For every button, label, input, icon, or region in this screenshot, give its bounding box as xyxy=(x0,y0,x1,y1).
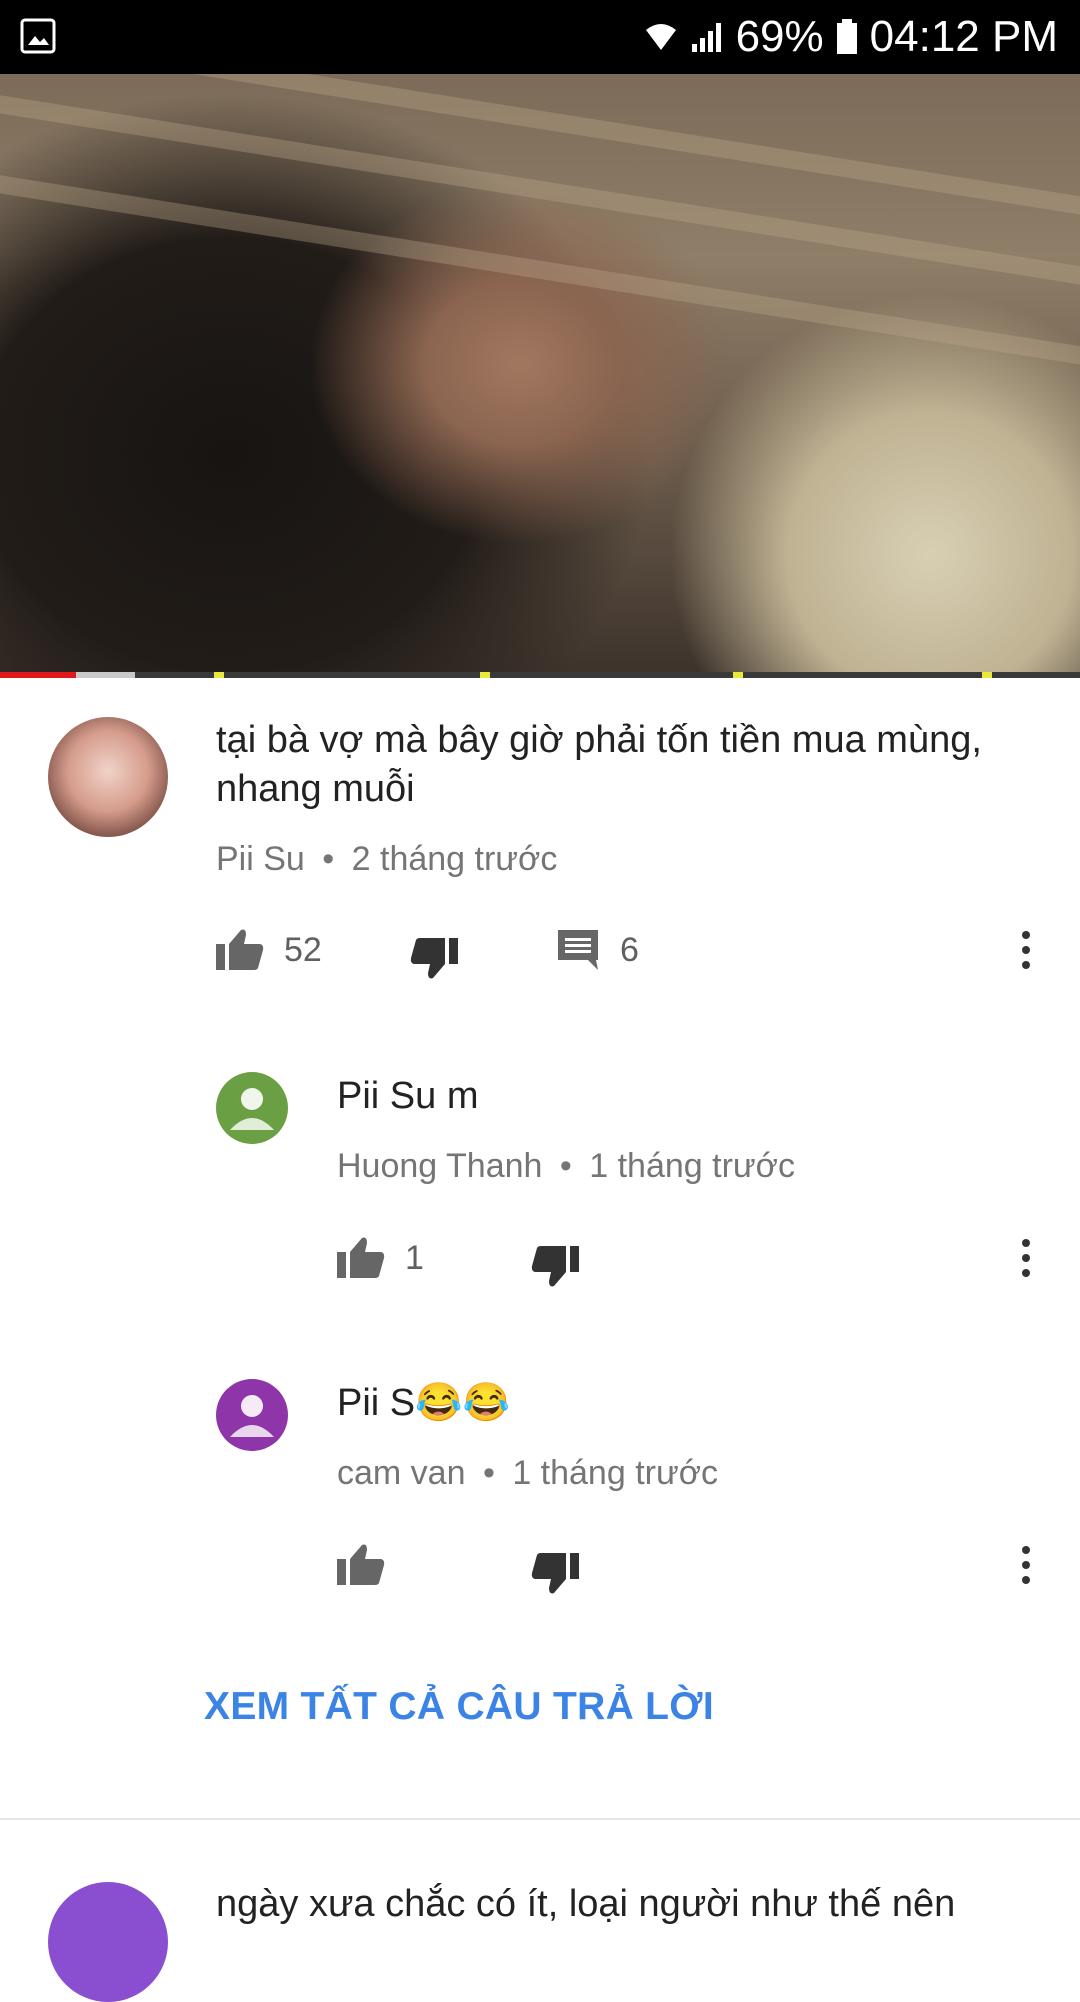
thumbs-up-icon xyxy=(216,928,264,972)
avatar[interactable] xyxy=(48,1882,168,2002)
thumbs-up-icon xyxy=(337,1236,385,1280)
ad-marker xyxy=(733,672,743,678)
reply-meta: Huong Thanh • 1 tháng trước xyxy=(337,1147,795,1186)
reply-author[interactable]: cam van xyxy=(337,1454,466,1492)
thumbs-up-icon xyxy=(337,1543,385,1587)
comment-time: 2 tháng trước xyxy=(351,840,558,878)
clock: 04:12 PM xyxy=(869,12,1058,61)
reply-text: Pii S😂😂 xyxy=(337,1382,510,1424)
buffered-bar xyxy=(75,672,135,678)
comment-icon xyxy=(556,928,600,972)
avatar[interactable] xyxy=(216,1379,288,1451)
meta-separator: • xyxy=(322,840,335,878)
reply-author[interactable]: Huong Thanh xyxy=(337,1147,542,1185)
thumbs-down-icon xyxy=(531,1228,579,1288)
gallery-icon xyxy=(20,18,56,54)
avatar[interactable] xyxy=(216,1072,288,1144)
like-button[interactable] xyxy=(337,1535,405,1595)
dislike-button[interactable] xyxy=(531,1228,579,1288)
video-frame-detail xyxy=(0,170,1080,376)
meta-separator: • xyxy=(482,1454,495,1492)
more-options-icon[interactable] xyxy=(1011,1535,1041,1595)
video-progress-bar[interactable] xyxy=(0,672,1080,678)
comment-text: ngày xưa chắc có ít, loại người như thế … xyxy=(216,1883,956,1925)
like-button[interactable]: 1 xyxy=(337,1228,424,1288)
default-user-icon xyxy=(230,1395,274,1437)
meta-separator: • xyxy=(559,1147,572,1185)
dislike-button[interactable] xyxy=(531,1535,579,1595)
divider xyxy=(0,1818,1080,1820)
reply-meta: cam van • 1 tháng trước xyxy=(337,1454,718,1493)
comment-text: tại bà vợ mà bây giờ phải tốn tiền mua m… xyxy=(216,719,982,810)
ad-marker xyxy=(982,672,992,678)
reply-button[interactable]: 6 xyxy=(556,920,639,980)
avatar[interactable] xyxy=(48,717,168,837)
more-options-icon[interactable] xyxy=(1011,1228,1041,1288)
reply-time: 1 tháng trước xyxy=(589,1147,795,1185)
video-player[interactable] xyxy=(0,74,1080,678)
reply-time: 1 tháng trước xyxy=(512,1454,719,1492)
like-button[interactable]: 52 xyxy=(216,920,322,980)
see-all-replies-button[interactable]: XEM TẤT CẢ CÂU TRẢ LỜI xyxy=(204,1685,714,1729)
signal-icon xyxy=(690,20,724,54)
thumbs-down-icon xyxy=(410,920,458,980)
wifi-icon xyxy=(644,20,678,54)
like-count: 1 xyxy=(405,1238,424,1277)
more-options-icon[interactable] xyxy=(1011,920,1041,980)
reply-text: Pii Su m xyxy=(337,1075,479,1117)
dislike-button[interactable] xyxy=(410,920,458,980)
battery-percent: 69% xyxy=(735,12,824,61)
status-bar: 69% 04:12 PM xyxy=(0,0,1080,74)
battery-icon xyxy=(836,19,858,55)
ad-marker xyxy=(214,672,224,678)
comment-author[interactable]: Pii Su xyxy=(216,840,305,878)
ad-marker xyxy=(480,672,490,678)
default-user-icon xyxy=(230,1088,274,1130)
like-count: 52 xyxy=(284,930,322,969)
comment-meta: Pii Su • 2 tháng trước xyxy=(216,840,557,879)
thumbs-down-icon xyxy=(531,1535,579,1595)
played-bar xyxy=(0,672,76,678)
reply-count: 6 xyxy=(620,930,639,969)
